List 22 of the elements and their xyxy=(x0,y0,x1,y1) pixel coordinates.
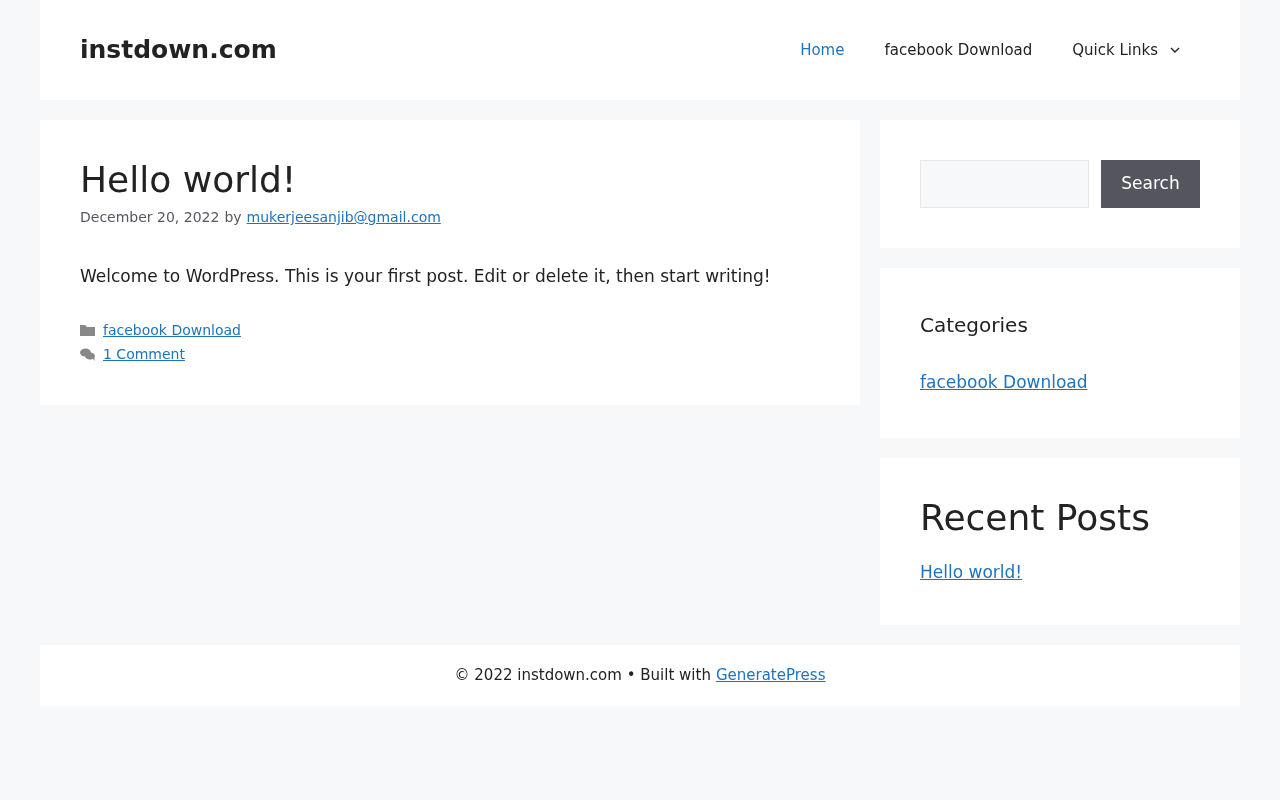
comments-icon xyxy=(80,347,95,361)
post-body: Welcome to WordPress. This is your first post. Edit or delete it, then start writing! xyxy=(80,265,772,288)
post-title: Hello world! xyxy=(80,158,298,202)
author-link[interactable]: mukerjeesanjib@gmail.com xyxy=(246,207,441,228)
comments-link[interactable]: 1 Comment xyxy=(103,343,185,365)
category-link[interactable]: facebook Download xyxy=(920,370,1200,396)
nav-link[interactable]: Home xyxy=(780,38,865,62)
chevron-down-icon xyxy=(1170,47,1180,53)
widget-title: Recent Posts xyxy=(920,495,1151,540)
post-link[interactable]: Hello world! xyxy=(920,559,1200,585)
footer-link[interactable]: GeneratePress xyxy=(715,664,826,687)
nav-link[interactable]: Quick Links xyxy=(1052,38,1200,62)
nav-link[interactable]: facebook Download xyxy=(864,38,1053,62)
post-date: December 20, 2022 xyxy=(80,208,220,227)
category-link[interactable]: facebook Download xyxy=(103,319,241,341)
byline-label: by xyxy=(224,208,242,227)
widget-title: Categories xyxy=(920,312,1029,339)
folder-icon xyxy=(80,324,95,336)
footer-text: © 2022 instdown.com • Built with xyxy=(454,665,711,687)
search-button[interactable]: Search xyxy=(1101,160,1200,208)
site-title[interactable]: instdown.com xyxy=(80,31,277,69)
search-field[interactable] xyxy=(920,160,1089,208)
